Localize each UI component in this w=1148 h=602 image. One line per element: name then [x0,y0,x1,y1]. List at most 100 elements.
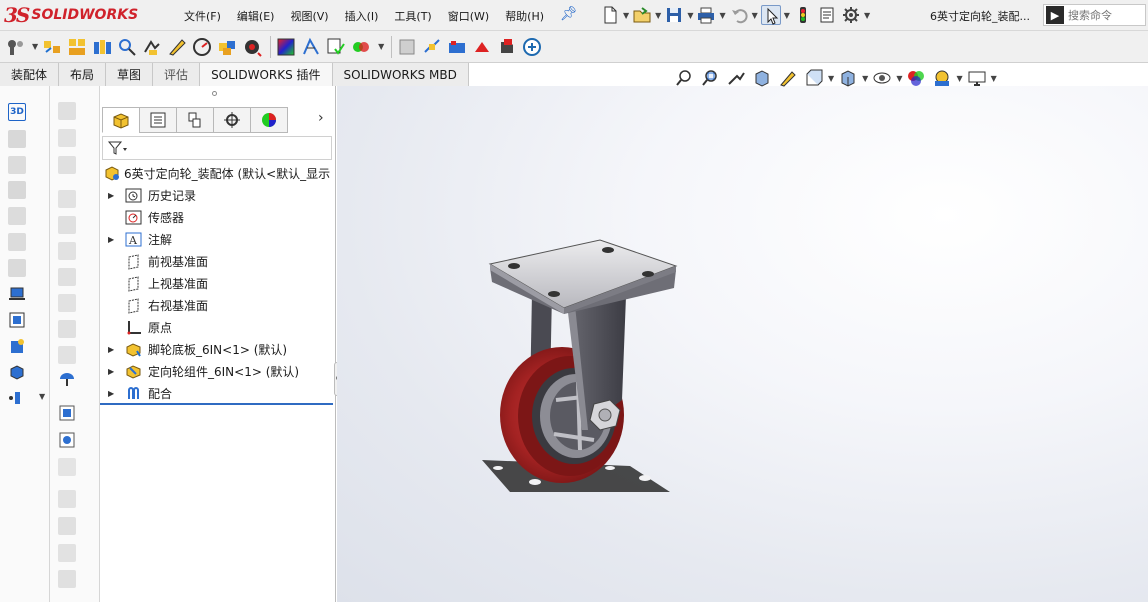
search-command-icon[interactable]: ▶ [1046,6,1064,24]
move-component-icon[interactable] [141,36,163,58]
view-orientation-icon[interactable] [8,181,26,199]
new-motion-study-icon[interactable] [241,36,263,58]
interference-icon[interactable] [350,36,372,58]
tree-root[interactable]: 6英寸定向轮_装配体 (默认<默认_显示 [100,162,334,184]
camera-view-icon[interactable] [8,311,26,329]
tool-icon-13[interactable] [58,431,76,449]
options-dropdown-icon[interactable]: ▼ [864,11,870,20]
tool-icon-16[interactable] [58,517,76,535]
search-box[interactable]: ▶ [1043,4,1146,26]
component-preview-icon[interactable] [66,36,88,58]
apply-scene-dropdown-icon[interactable]: ▼ [956,74,962,83]
tool-icon-15[interactable] [58,490,76,508]
menu-help[interactable]: 帮助(H) [497,8,552,24]
view-orientation-dropdown-icon[interactable]: ▼ [828,74,834,83]
tab-sketch[interactable]: 草图 [106,63,154,86]
zoom-to-area-icon[interactable] [700,68,720,88]
instant3d-icon[interactable] [300,36,322,58]
tool-icon-18[interactable] [58,570,76,588]
insert-components-icon[interactable] [4,36,26,58]
tree-item-annotations[interactable]: ▶ A 注解 [100,228,334,250]
toolbox-icon[interactable] [521,36,543,58]
expand-arrow-icon[interactable]: ▶ [108,367,114,376]
expand-arrow-icon[interactable]: ▶ [108,345,114,354]
tab-dimxpert-manager[interactable] [213,107,251,133]
tab-display-manager[interactable] [250,107,288,133]
view-settings-icon[interactable] [8,363,26,381]
view-orientation-icon[interactable] [804,68,824,88]
tool-icon-12[interactable] [58,404,76,422]
tool-icon-3[interactable] [58,156,76,174]
tree-item-mates[interactable]: ▶ 配合 [100,382,334,404]
menu-file[interactable]: 文件(F) [176,8,229,24]
undo-dropdown-icon[interactable]: ▼ [752,11,758,20]
tab-feature-manager[interactable] [102,107,140,133]
tree-item-wheel-subassembly[interactable]: ▶ 定向轮组件_6IN<1> (默认) [100,360,334,382]
file-properties-icon[interactable] [817,5,837,25]
new-dropdown-icon[interactable]: ▼ [623,11,629,20]
strip-dropdown-icon[interactable]: ▼ [39,392,45,401]
laptop-icon[interactable] [8,285,26,303]
check-icon[interactable] [325,36,347,58]
select-dropdown-icon[interactable]: ▼ [784,11,790,20]
gear-icon[interactable] [841,5,861,25]
explode-icon[interactable] [421,36,443,58]
apply-scene-icon[interactable] [8,337,26,355]
caster-model[interactable] [470,230,700,513]
large-assembly-icon[interactable] [471,36,493,58]
edit-appearance-icon[interactable] [906,68,926,88]
appearance-icon[interactable] [275,36,297,58]
tree-item-origin[interactable]: 原点 [100,316,334,338]
print-icon[interactable] [696,5,716,25]
select-icon[interactable] [760,5,781,25]
dynamic-annotation-icon[interactable] [778,68,798,88]
pin-icon[interactable]: 📌︎ [560,6,578,22]
assembly-xpert-icon[interactable] [396,36,418,58]
open-document-icon[interactable] [632,5,652,25]
menu-view[interactable]: 视图(V) [282,8,336,24]
tool-icon-17[interactable] [58,544,76,562]
tool-icon-6[interactable] [58,242,76,260]
tab-solidworks-addins[interactable]: SOLIDWORKS 插件 [200,63,333,86]
standard-views-icon[interactable] [8,130,26,148]
tool-icon-7[interactable] [58,268,76,286]
evaluate-dropdown-icon[interactable]: ▼ [378,42,384,51]
tab-property-manager[interactable] [139,107,177,133]
snapshot-icon[interactable] [446,36,468,58]
tab-evaluate[interactable]: 评估 [153,63,201,86]
tool-icon-2[interactable] [58,129,76,147]
hide-show-dropdown-icon[interactable]: ▼ [896,74,902,83]
menu-edit[interactable]: 编辑(E) [229,8,283,24]
print-dropdown-icon[interactable]: ▼ [719,11,725,20]
rollback-bar[interactable] [100,403,333,405]
search-input[interactable] [1068,8,1144,22]
rebuild-icon[interactable] [793,5,813,25]
hide-show-items-icon[interactable] [872,68,892,88]
zoom-to-fit-icon[interactable] [674,68,694,88]
tree-item-history[interactable]: ▶ 历史记录 [100,184,334,206]
view-settings-dropdown-icon[interactable]: ▼ [991,74,997,83]
view-settings-icon[interactable] [967,68,987,88]
display-style-icon[interactable] [838,68,858,88]
mate-icon[interactable] [41,36,63,58]
tree-item-front-plane[interactable]: 前视基准面 [100,250,334,272]
open-dropdown-icon[interactable]: ▼ [655,11,661,20]
panel-grip-icon[interactable] [212,91,217,96]
expand-arrow-icon[interactable]: ▶ [108,191,114,200]
3d-view-icon[interactable]: 3D [8,103,26,121]
section-view-icon[interactable] [8,156,26,174]
new-document-icon[interactable] [600,5,620,25]
insert-components-dropdown-icon[interactable]: ▼ [32,42,38,51]
reference-geometry-icon[interactable] [216,36,238,58]
edit-appearance-icon[interactable] [8,259,26,277]
tab-configuration-manager[interactable] [176,107,214,133]
tab-solidworks-mbd[interactable]: SOLIDWORKS MBD [332,63,469,86]
menu-window[interactable]: 窗口(W) [440,8,497,24]
expand-arrow-icon[interactable]: ▶ [108,235,114,244]
section-view-icon[interactable] [752,68,772,88]
linear-pattern-icon[interactable] [91,36,113,58]
tree-item-caster-plate[interactable]: ▶ 脚轮底板_6IN<1> (默认) [100,338,334,360]
tool-icon-5[interactable] [58,216,76,234]
undo-icon[interactable] [729,5,749,25]
solidworks-logo[interactable]: 3S SOLIDWORKS [4,3,154,27]
